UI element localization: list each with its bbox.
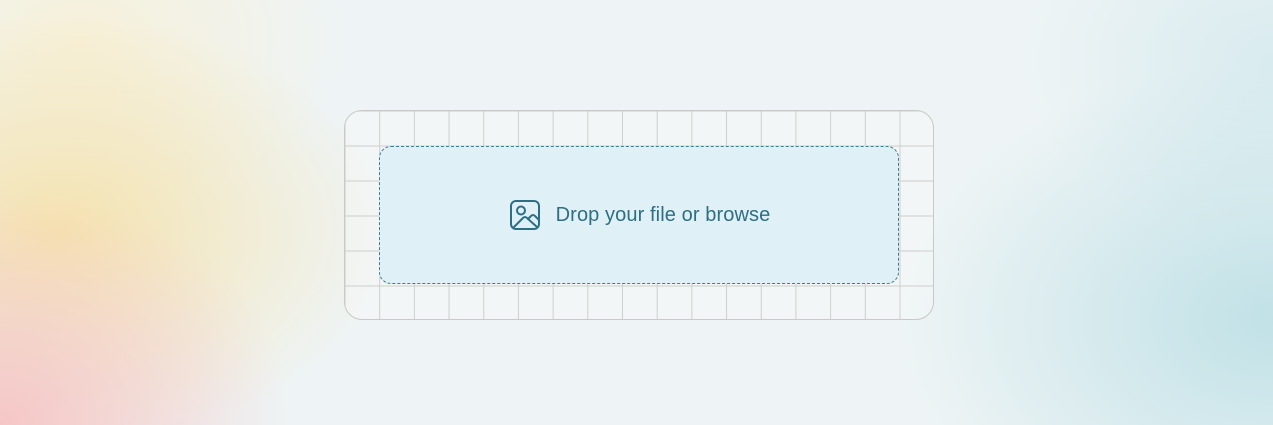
drop-label[interactable]: Drop your file or browse: [556, 204, 771, 227]
image-icon: [508, 198, 542, 232]
background: Drop your file or browse: [0, 0, 1273, 425]
file-drop-zone[interactable]: Drop your file or browse: [379, 146, 899, 284]
